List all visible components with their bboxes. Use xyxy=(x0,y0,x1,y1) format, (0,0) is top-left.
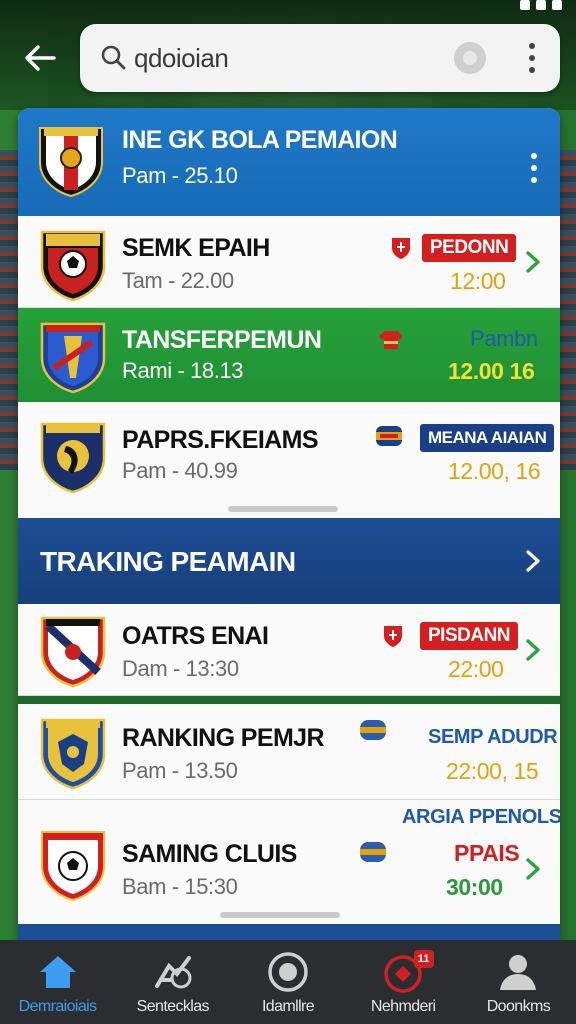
row-title: PAPRS.FKEIAMS xyxy=(122,426,319,454)
battery-icon xyxy=(552,0,562,10)
scroll-handle[interactable] xyxy=(228,506,338,512)
club-crest-icon xyxy=(40,322,106,394)
list-item[interactable]: OATRS ENAI Dam - 13:30 PISDANN 22:00 xyxy=(18,604,560,696)
chevron-right-icon[interactable] xyxy=(524,637,542,663)
row-value-label: PPAIS xyxy=(454,840,520,866)
club-crest-icon xyxy=(41,831,105,902)
flag-icon xyxy=(360,720,386,740)
row-value: 12.00, 16 xyxy=(448,458,541,484)
ball-icon xyxy=(268,952,308,992)
back-button[interactable] xyxy=(18,38,62,78)
status-badge: SEMP ADUDR xyxy=(428,726,558,748)
row-value: 22:00 xyxy=(448,656,504,682)
row-subtitle: Dam - 13:30 xyxy=(122,656,239,681)
nav-home[interactable]: Demraioiais xyxy=(0,940,115,1024)
status-badge: Pambn xyxy=(470,326,538,351)
row-subtitle: Bam - 15:30 xyxy=(122,874,238,899)
row-title: OATRS ENAI xyxy=(122,622,269,650)
chevron-right-icon[interactable] xyxy=(524,856,542,882)
nav-label: Sentecklas xyxy=(136,998,210,1015)
club-crest-icon xyxy=(39,127,103,198)
row-subtitle: Tam - 22.00 xyxy=(122,268,234,293)
row-title: TANSFERPEMUN xyxy=(122,326,322,354)
row-value: 22:00, 15 xyxy=(446,758,539,784)
nav-label: Doonkms xyxy=(486,998,551,1015)
arrow-left-icon xyxy=(25,45,56,71)
section-header[interactable]: TRAKING PEAMAIN xyxy=(18,518,560,604)
shield-icon xyxy=(384,626,402,647)
results-panel: INE GK BOLA PEMAION Pam - 25.10 SEMK EPA… xyxy=(18,108,560,944)
nav-label: Demraioiais xyxy=(18,998,97,1015)
list-item[interactable]: SEMK EPAIH Tam - 22.00 PEDONN 12:00 xyxy=(18,216,560,308)
row-value: 12:00 xyxy=(450,268,506,294)
nav-notifications[interactable]: 11 Nehmderi xyxy=(346,940,461,1024)
nav-label: Nehmderi xyxy=(370,998,436,1015)
list-item-highlighted[interactable]: TANSFERPEMUN Rami - 18.13 Pambn 12.00 16 xyxy=(18,308,560,402)
clear-search-button[interactable] xyxy=(454,42,486,74)
bottom-navigation: Demraioiais Sentecklas Idamllre 11 Nehmd… xyxy=(0,940,576,1024)
row-subtitle: Rami - 18.13 xyxy=(122,358,244,383)
header-subtitle: Pam - 25.10 xyxy=(122,163,238,188)
chevron-right-icon[interactable] xyxy=(524,548,542,574)
list-item[interactable]: ARGIA PPENOLSA SAMING CLUIS Bam - 15:30 … xyxy=(18,800,560,926)
search-bar[interactable]: qdoioian xyxy=(80,24,560,92)
list-item[interactable]: PAPRS.FKEIAMS Pam - 40.99 MEANA AIAIAN 1… xyxy=(18,402,560,518)
row-value: 30:00 xyxy=(446,874,503,900)
flag-icon xyxy=(360,842,386,862)
status-badge: PEDONN xyxy=(422,234,517,262)
club-crest-icon xyxy=(40,616,106,688)
profile-icon xyxy=(500,955,537,990)
row-divider xyxy=(18,696,560,704)
notification-count-badge: 11 xyxy=(413,950,434,968)
header-card[interactable]: INE GK BOLA PEMAION Pam - 25.10 xyxy=(18,108,560,216)
top-bar: qdoioian xyxy=(0,24,576,94)
signal-icon xyxy=(520,0,530,10)
home-icon xyxy=(39,956,76,988)
search-input[interactable]: qdoioian xyxy=(134,43,229,74)
club-crest-icon xyxy=(40,718,106,790)
club-crest-icon xyxy=(40,422,106,494)
status-bar xyxy=(456,0,576,14)
more-vertical-icon xyxy=(520,40,544,73)
club-crest-icon xyxy=(40,230,106,302)
nav-profile[interactable]: Doonkms xyxy=(461,940,576,1024)
nav-fixtures[interactable]: Sentecklas xyxy=(115,940,230,1024)
status-badge: PISDANN xyxy=(420,622,519,650)
shield-icon xyxy=(392,238,410,259)
status-badge: MEANA AIAIAN xyxy=(420,424,555,452)
status-badge: ARGIA PPENOLSA xyxy=(402,806,560,828)
section-title: TRAKING PEAMAIN xyxy=(40,546,296,577)
header-title: INE GK BOLA PEMAION xyxy=(122,126,398,154)
chevron-right-icon[interactable] xyxy=(524,249,542,275)
more-vertical-icon xyxy=(524,150,544,183)
fixtures-icon xyxy=(154,956,192,989)
wifi-icon xyxy=(536,0,546,10)
list-item[interactable]: RANKING PEMJR Pam - 13.50 SEMP ADUDR 22:… xyxy=(18,704,560,800)
nav-ball[interactable]: Idamllre xyxy=(230,940,345,1024)
row-subtitle: Pam - 13.50 xyxy=(122,758,238,783)
header-overflow-menu[interactable] xyxy=(524,150,544,186)
nav-label: Idamllre xyxy=(261,998,315,1015)
row-value: 12.00 16 xyxy=(448,358,535,384)
search-overflow-menu[interactable] xyxy=(520,40,544,76)
jersey-icon xyxy=(379,331,403,349)
row-title: SEMK EPAIH xyxy=(122,234,270,262)
row-title: SAMING CLUIS xyxy=(122,840,297,868)
row-subtitle: Pam - 40.99 xyxy=(122,458,238,483)
scroll-handle[interactable] xyxy=(220,912,340,918)
flag-icon xyxy=(376,426,402,446)
search-icon xyxy=(101,45,126,70)
row-title: RANKING PEMJR xyxy=(122,724,325,752)
